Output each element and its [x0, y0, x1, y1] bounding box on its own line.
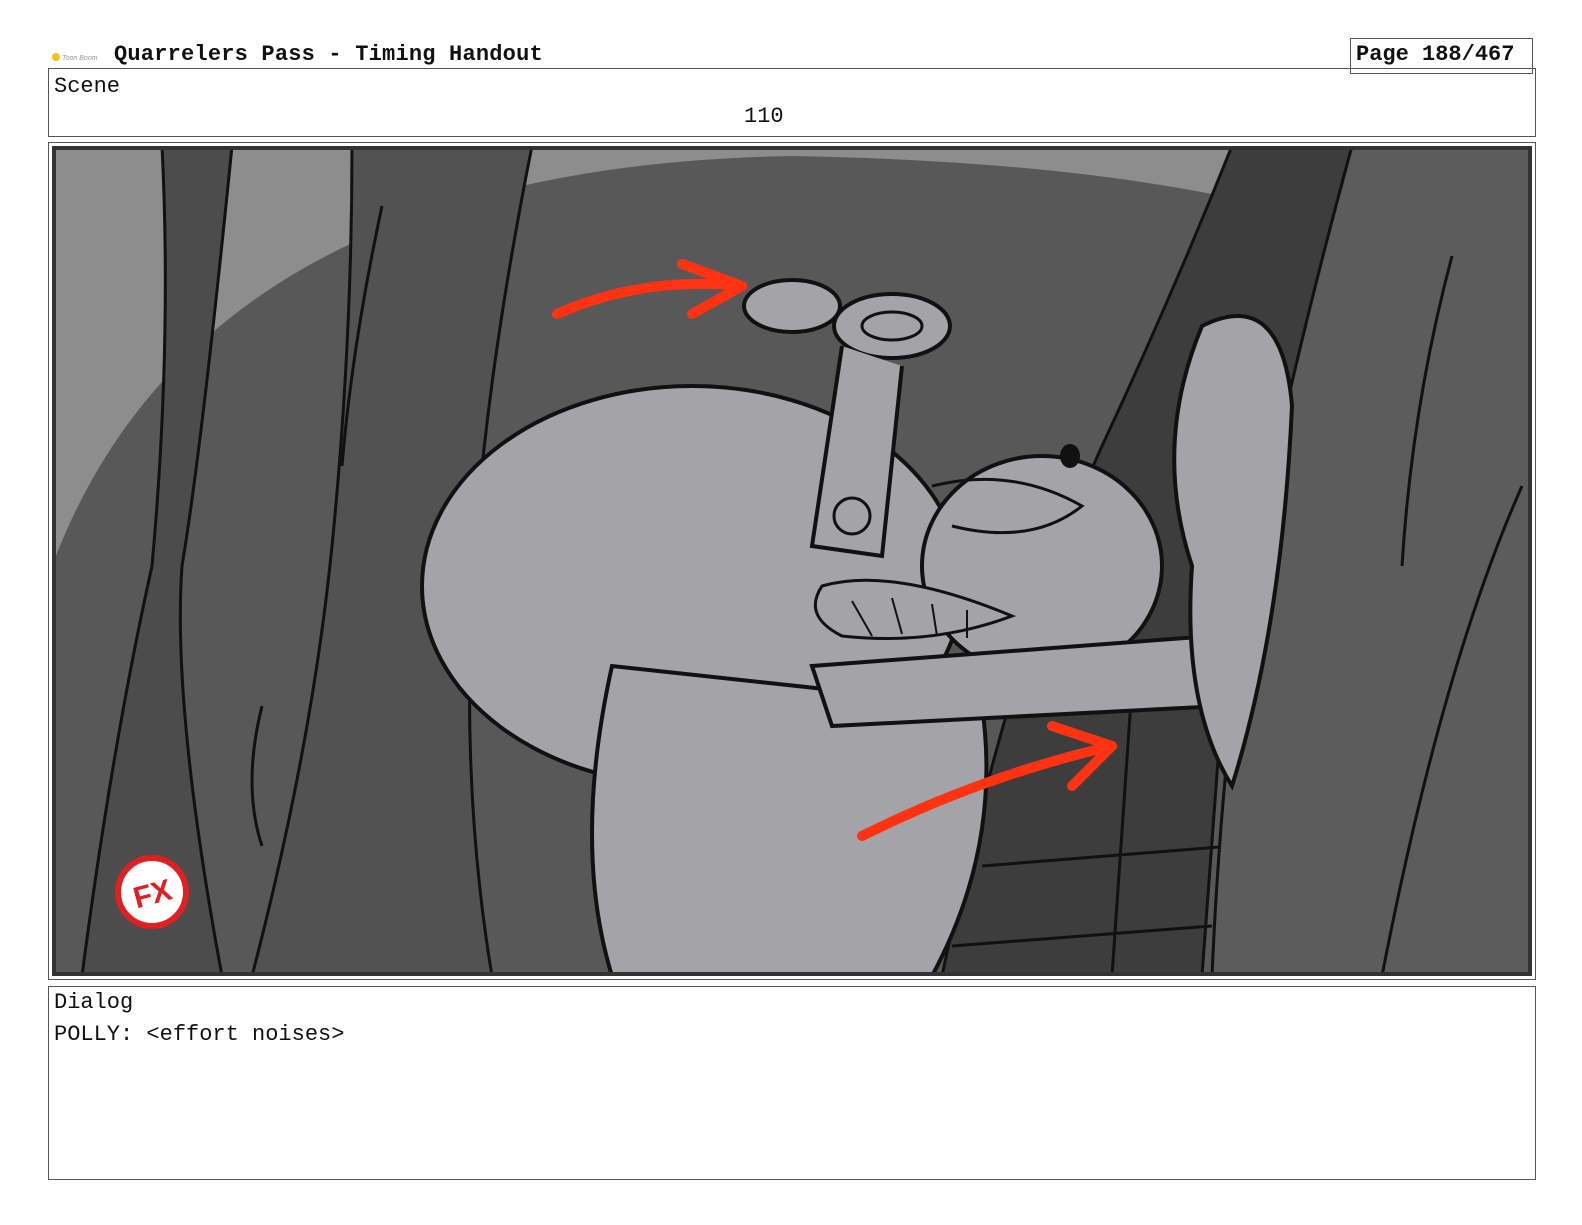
- page-number: Page 188/467: [1356, 42, 1515, 67]
- dialog-label: Dialog: [54, 990, 134, 1015]
- toon-boom-logo: Toon Boom: [52, 53, 98, 62]
- dialog-line: POLLY: <effort noises>: [54, 1022, 345, 1047]
- dialog-box: [48, 986, 1536, 1180]
- document-title: Quarrelers Pass - Timing Handout: [114, 42, 543, 67]
- storyboard-panel-image: FX: [52, 146, 1532, 976]
- scene-number: 110: [744, 104, 784, 129]
- scene-label: Scene: [54, 74, 121, 99]
- logo-text: Toon Boom: [62, 55, 98, 62]
- scene-box: [48, 68, 1536, 137]
